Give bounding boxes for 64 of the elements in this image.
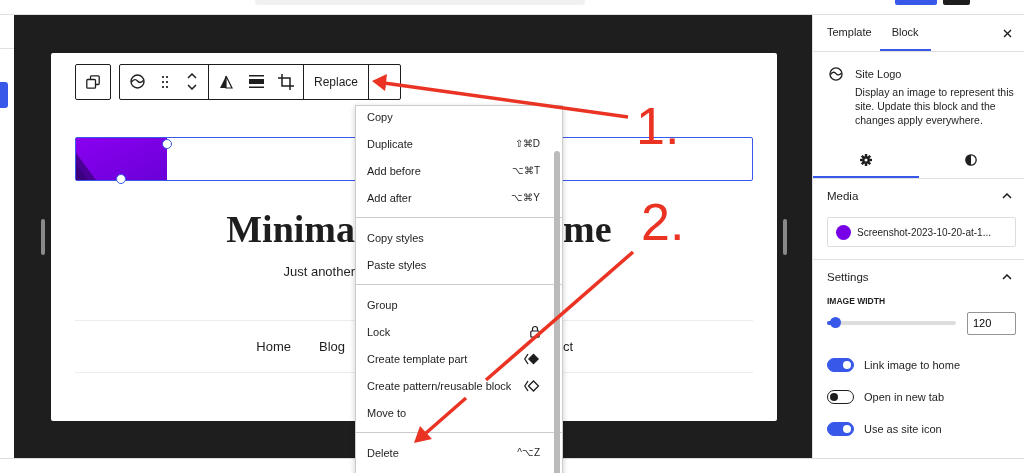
close-icon[interactable] (1003, 28, 1012, 38)
site-title: Minima (226, 206, 355, 251)
scrollbar[interactable] (554, 151, 560, 473)
menu-item[interactable]: Move to (356, 399, 562, 426)
crop-icon[interactable] (278, 73, 294, 90)
menu-item[interactable]: Paste styles (356, 251, 562, 278)
contrast-icon (965, 154, 978, 166)
toggle-label: Link image to home (864, 359, 960, 371)
site-logo-icon (829, 67, 843, 81)
reusable-block-icon (524, 379, 540, 392)
block-description: Display an image to represent this site. Update this block and the changes apply everywhere. (855, 85, 1015, 127)
gear-icon (859, 154, 872, 166)
chevron-up-icon[interactable] (1002, 193, 1012, 199)
sidebar-tab[interactable]: Block (879, 15, 931, 51)
nav-link[interactable]: ct (563, 338, 574, 354)
site-logo-icon[interactable] (129, 74, 145, 89)
flip-icon[interactable] (219, 74, 233, 89)
align-icon[interactable] (248, 75, 264, 88)
site-tagline: Just another (283, 263, 355, 281)
resize-handle[interactable] (116, 173, 126, 184)
resize-handle[interactable] (162, 138, 172, 149)
template-part-icon (524, 352, 540, 365)
shortcut-label: ⇧⌘D (514, 138, 540, 149)
nav-link[interactable]: Blog (318, 338, 345, 354)
menu-item[interactable]: Lock (356, 318, 562, 345)
menu-item[interactable]: Copy styles (356, 224, 562, 251)
toggle-switch[interactable] (827, 390, 854, 404)
lock-icon (530, 325, 540, 338)
drag-handle-icon[interactable] (162, 75, 168, 88)
field-label: IMAGE WIDTH (826, 296, 887, 306)
overlapping-squares-icon[interactable] (86, 74, 100, 89)
chevron-down-icon[interactable] (187, 84, 197, 90)
resize-handle[interactable] (41, 218, 45, 255)
shortcut-label: ⌥⌘T (511, 165, 540, 176)
replace-button[interactable]: Replace (304, 74, 369, 89)
media-thumbnail (836, 224, 851, 240)
sidebar-tab[interactable]: Template (819, 15, 880, 51)
panel-title: Settings (827, 271, 869, 283)
menu-item[interactable]: Create pattern/reusable block (356, 372, 562, 399)
shortcut-label: ^⌥Z (517, 447, 540, 458)
toggle-switch[interactable] (827, 422, 854, 436)
site-title: me (563, 206, 612, 251)
media-field[interactable]: Screenshot-2023-10-20-at-1... (827, 217, 1016, 247)
panel-title: Media (827, 190, 859, 202)
menu-item[interactable]: Group (356, 291, 562, 318)
shortcut-label: ⌥⌘Y (511, 192, 540, 203)
nav-link[interactable]: Home (256, 338, 291, 354)
menu-item[interactable]: Create template part (356, 345, 562, 372)
block-title: Site Logo (855, 68, 903, 80)
annotation-label: 2. (641, 196, 685, 248)
toggle-label: Use as site icon (864, 423, 942, 435)
menu-item[interactable]: Add before ⌥⌘T (356, 157, 562, 184)
menu-item[interactable]: Delete ^⌥Z (356, 439, 562, 466)
toggle-label: Open in new tab (864, 391, 945, 403)
slider-thumb[interactable] (829, 317, 841, 328)
menu-item[interactable]: Copy (356, 106, 562, 130)
menu-item[interactable]: Duplicate ⇧⌘D (356, 130, 562, 157)
chevron-up-icon[interactable] (1002, 274, 1012, 280)
resize-handle[interactable] (783, 218, 787, 255)
menu-item[interactable]: Add after ⌥⌘Y (356, 184, 562, 211)
width-input[interactable]: 120 (967, 311, 1016, 335)
active-indicator (0, 82, 8, 108)
toggle-switch[interactable] (827, 358, 854, 372)
chevron-up-icon[interactable] (187, 73, 197, 79)
